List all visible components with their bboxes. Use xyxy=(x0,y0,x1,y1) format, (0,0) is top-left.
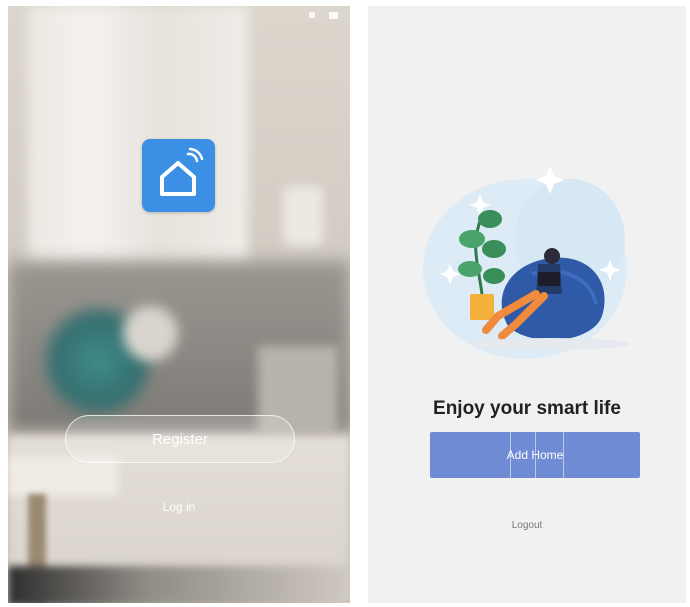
slogan-text: Enjoy your smart life xyxy=(433,398,621,419)
battery-icon xyxy=(329,12,338,19)
logout-link[interactable]: Logout xyxy=(368,520,686,531)
add-home-screen: Enjoy your smart life Add Home Logout xyxy=(368,6,686,603)
background-corner xyxy=(8,566,350,603)
background-window xyxy=(28,6,248,266)
login-link[interactable]: Log in xyxy=(8,500,350,514)
background-person-head xyxy=(123,306,178,361)
person-on-beanbag-illustration xyxy=(423,166,630,359)
register-button-label: Register xyxy=(152,430,208,448)
signal-icon xyxy=(309,12,315,18)
status-bar xyxy=(309,12,338,19)
welcome-screen: Register Log in xyxy=(8,6,350,603)
add-home-button[interactable]: Add Home xyxy=(430,432,640,478)
page: Register Log in Enjoy your smart life Ad… xyxy=(0,0,690,607)
background-lamp xyxy=(283,186,323,246)
smart-home-icon xyxy=(142,139,215,212)
add-home-button-label: Add Home xyxy=(506,448,564,462)
register-button[interactable]: Register xyxy=(65,415,295,463)
